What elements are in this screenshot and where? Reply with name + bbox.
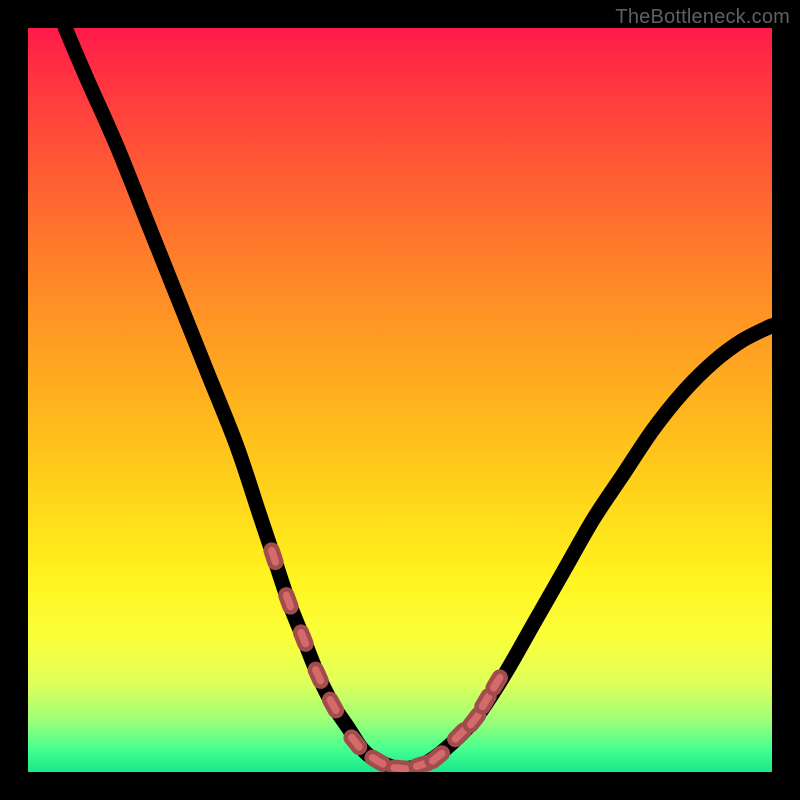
watermark-text: TheBottleneck.com xyxy=(615,6,790,29)
plot-area xyxy=(28,28,772,772)
curve-marker xyxy=(485,669,507,696)
curve-marker xyxy=(343,729,367,755)
marker-group xyxy=(264,543,508,772)
curve-marker xyxy=(293,625,313,652)
bottleneck-curve xyxy=(65,28,772,768)
curve-marker xyxy=(264,543,283,569)
curve-layer xyxy=(28,28,772,772)
curve-marker xyxy=(424,745,450,769)
curve-marker xyxy=(322,692,344,719)
chart-frame: TheBottleneck.com xyxy=(0,0,800,800)
curve-marker xyxy=(308,662,329,689)
curve-marker xyxy=(279,588,298,614)
